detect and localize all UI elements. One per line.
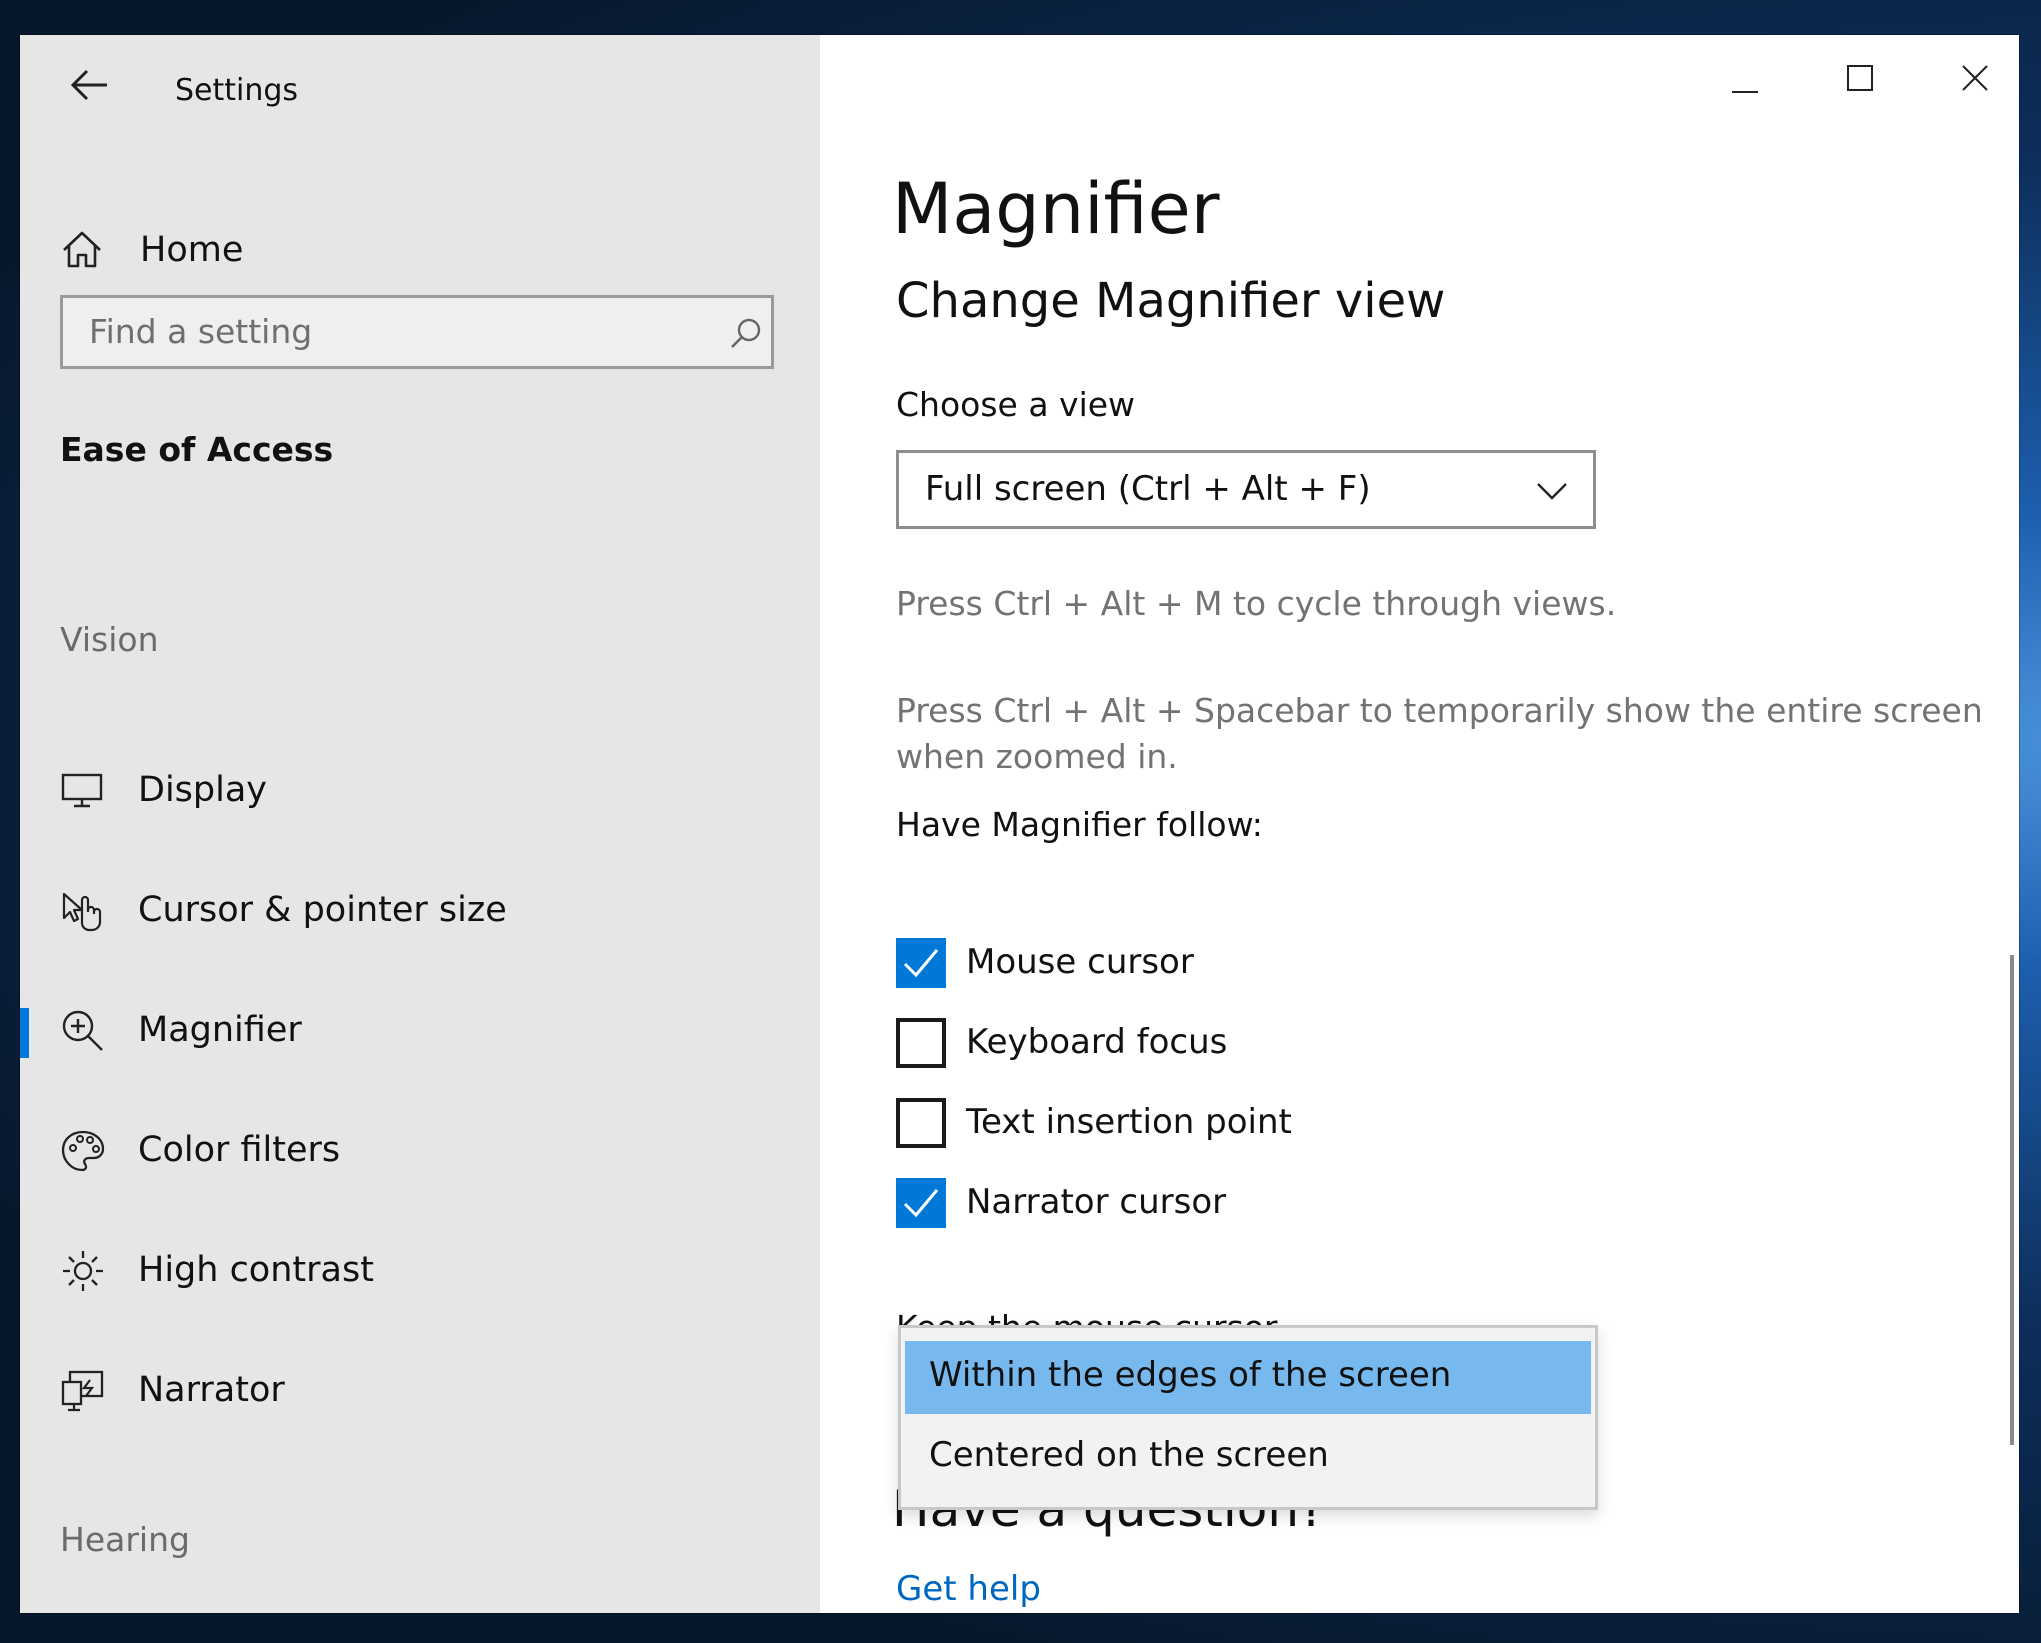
minimize-button[interactable] [1710,53,1780,108]
maximize-icon [1847,65,1873,91]
maximize-button[interactable] [1825,53,1895,108]
section-subtitle: Change Magnifier view [896,273,1446,329]
app-title: Settings [175,73,299,108]
dropdown-option-centered[interactable]: Centered on the screen [905,1421,1591,1494]
palette-icon [60,1128,106,1174]
get-help-link[interactable]: Get help [896,1569,1041,1609]
checkbox-narrator-cursor[interactable]: Narrator cursor [896,1178,1596,1234]
search-input[interactable]: Find a setting [89,312,312,351]
follow-label: Have Magnifier follow: [896,805,1263,844]
keep-cursor-dropdown-list[interactable]: Within the edges of the screen Centered … [898,1325,1598,1510]
checkbox-label: Mouse cursor [966,942,1194,982]
sidebar: Settings Home Find a setting Ease of Acc… [20,35,820,1613]
sidebar-item-narrator[interactable]: Narrator [20,1352,820,1432]
view-select[interactable]: Full screen (Ctrl + Alt + F) [896,450,1596,529]
sidebar-item-label: Magnifier [138,1010,302,1050]
chevron-down-icon [1534,475,1570,505]
checkbox-keyboard-focus[interactable]: Keyboard focus [896,1018,1596,1074]
checkbox-label: Keyboard focus [966,1022,1228,1062]
sidebar-item-label: Display [138,770,268,810]
back-arrow-icon [70,69,107,101]
sidebar-item-label: Home [140,230,244,270]
settings-window: Settings Home Find a setting Ease of Acc… [20,35,2019,1613]
search-icon[interactable] [728,316,764,352]
pointer-hand-icon [60,888,106,934]
back-button[interactable] [55,55,125,115]
checkmark-icon [903,949,939,978]
group-heading-vision: Vision [60,620,159,659]
narrator-icon [60,1368,106,1414]
sidebar-item-cursor-pointer-size[interactable]: Cursor & pointer size [20,872,820,952]
minimize-icon [1732,91,1758,93]
monitor-icon [60,768,104,812]
sidebar-item-label: Color filters [138,1130,341,1170]
hint-cycle-views: Press Ctrl + Alt + M to cycle through vi… [896,584,1617,623]
dropdown-option-label: Within the edges of the screen [929,1355,1452,1395]
group-heading-hearing: Hearing [60,1520,190,1559]
close-icon [1962,65,1988,91]
sidebar-item-home[interactable]: Home [20,212,820,292]
scrollbar[interactable] [2010,955,2014,1445]
home-icon [60,228,104,272]
sidebar-item-label: Narrator [138,1370,285,1410]
checkbox-text-insertion-point[interactable]: Text insertion point [896,1098,1596,1154]
page-title: Magnifier [892,168,1220,250]
search-box[interactable]: Find a setting [60,295,774,369]
checkmark-icon [903,1189,939,1218]
choose-view-label: Choose a view [896,385,1136,424]
checkbox-label: Narrator cursor [966,1182,1227,1222]
close-button[interactable] [1940,53,2010,108]
dropdown-option-label: Centered on the screen [929,1435,1329,1475]
hint-spacebar: Press Ctrl + Alt + Spacebar to temporari… [896,691,1983,776]
active-indicator [20,1008,29,1058]
magnifier-icon [60,1008,106,1054]
main-content: Magnifier Change Magnifier view Choose a… [820,35,2019,1613]
sidebar-item-magnifier[interactable]: Magnifier [20,992,820,1072]
checkbox-unchecked[interactable] [896,1018,946,1068]
sidebar-item-label: High contrast [138,1250,374,1290]
checkbox-mouse-cursor[interactable]: Mouse cursor [896,938,1596,994]
sidebar-item-display[interactable]: Display [20,752,820,832]
view-select-value: Full screen (Ctrl + Alt + F) [925,469,1371,509]
checkbox-unchecked[interactable] [896,1098,946,1148]
checkbox-checked[interactable] [896,1178,946,1228]
checkbox-label: Text insertion point [966,1102,1292,1142]
checkbox-checked[interactable] [896,938,946,988]
section-title: Ease of Access [60,430,334,469]
sidebar-item-color-filters[interactable]: Color filters [20,1112,820,1192]
dropdown-option-within-edges[interactable]: Within the edges of the screen [905,1341,1591,1414]
sidebar-item-high-contrast[interactable]: High contrast [20,1232,820,1312]
sun-icon [60,1248,106,1294]
sidebar-item-label: Cursor & pointer size [138,890,507,930]
